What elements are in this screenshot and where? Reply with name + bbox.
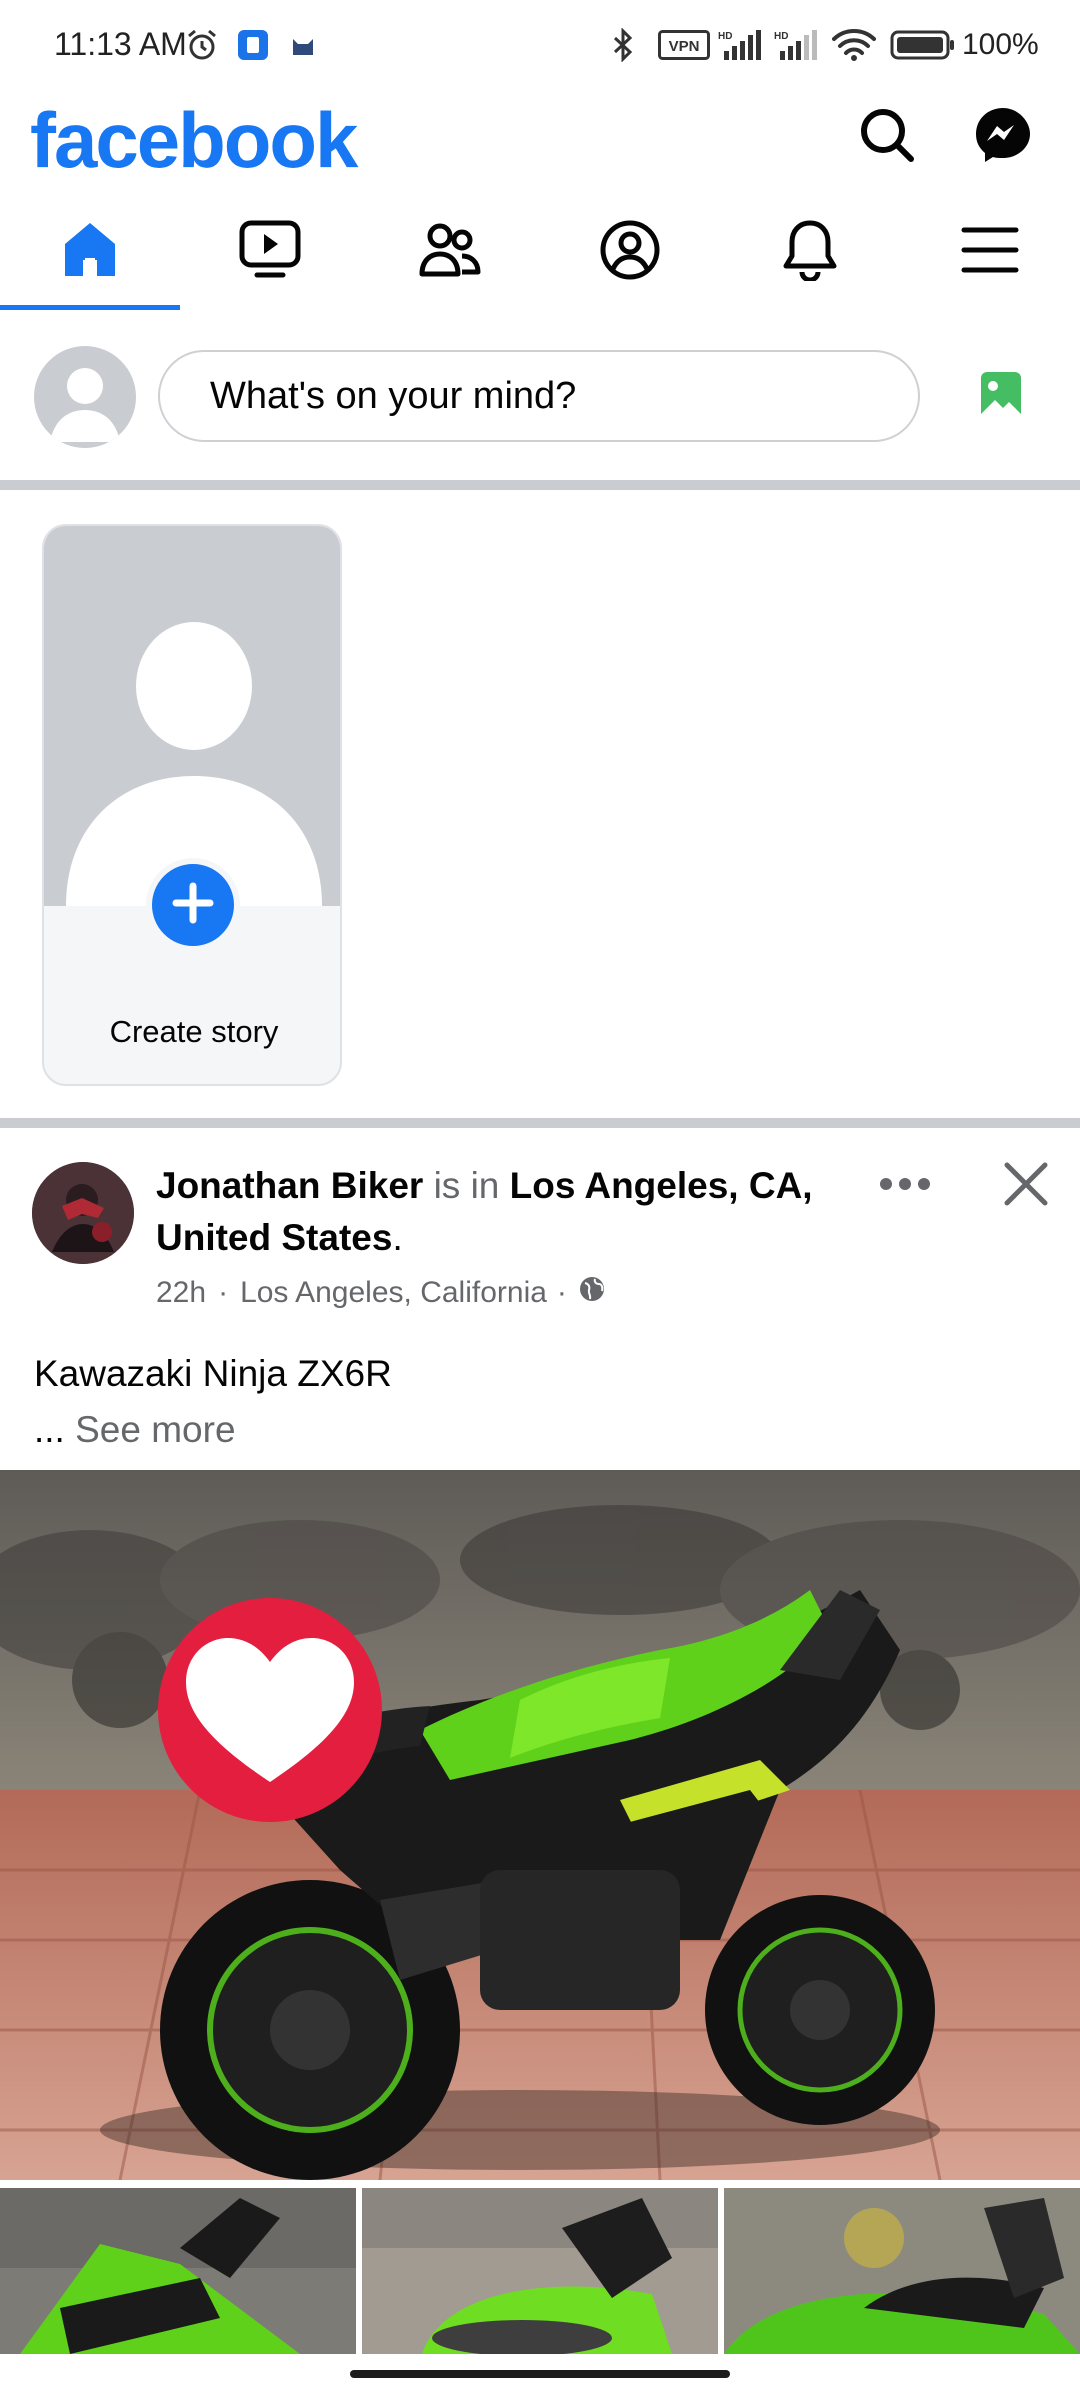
messenger-icon — [972, 104, 1034, 171]
search-button[interactable] — [840, 90, 934, 184]
globe-icon[interactable] — [577, 1274, 607, 1312]
signal-hd-icon: HD — [718, 28, 766, 62]
battery-icon — [890, 28, 956, 62]
tab-friends[interactable] — [360, 194, 540, 310]
svg-text:HD: HD — [774, 31, 788, 42]
story-profile-placeholder — [44, 526, 340, 906]
author-name[interactable]: Jonathan Biker — [156, 1165, 423, 1206]
hamburger-icon — [961, 226, 1019, 279]
post-location[interactable]: Los Angeles, California — [240, 1276, 547, 1310]
app-notification-icon — [236, 28, 270, 62]
cat-icon — [286, 28, 320, 62]
post-thumbnail[interactable] — [0, 2188, 356, 2354]
more-horizontal-icon — [879, 1177, 931, 1196]
meta-separator-2: · — [556, 1276, 567, 1309]
post-ellipsis: ... — [34, 1409, 65, 1450]
hide-post-button[interactable] — [972, 1134, 1080, 1238]
post-thumbnail[interactable] — [724, 2188, 1080, 2354]
status-time: 11:13 AM — [54, 26, 187, 62]
whats-on-your-mind-input[interactable]: What's on your mind? — [158, 350, 920, 442]
add-story-button[interactable] — [146, 858, 240, 952]
bell-icon — [781, 219, 839, 286]
video-icon — [239, 220, 301, 285]
wifi-icon — [832, 28, 876, 62]
section-divider — [0, 480, 1080, 490]
avatar[interactable] — [34, 346, 136, 448]
post-options-button[interactable] — [850, 1134, 960, 1238]
tab-home[interactable] — [0, 194, 180, 310]
post-composer: What's on your mind? — [0, 330, 1080, 460]
tab-video[interactable] — [180, 194, 360, 310]
vpn-icon: VPN — [658, 28, 710, 62]
create-story-card[interactable]: Create story — [42, 524, 342, 1086]
tab-menu[interactable] — [900, 194, 1080, 310]
plus-icon — [170, 880, 216, 931]
post-meta: 22h · Los Angeles, California · — [156, 1274, 607, 1312]
post-author-avatar[interactable] — [32, 1162, 134, 1264]
search-icon — [857, 105, 917, 170]
meta-separator: · — [218, 1276, 229, 1309]
home-icon — [61, 220, 119, 285]
main-nav-tabs — [0, 194, 1080, 310]
post-text: Kawazaki Ninja ZX6R ... See more — [34, 1346, 1044, 1458]
photo-button[interactable] — [955, 352, 1047, 444]
tab-notifications[interactable] — [720, 194, 900, 310]
post-thumbnail[interactable] — [362, 2188, 718, 2354]
profile-icon — [599, 219, 661, 286]
section-divider — [0, 1118, 1080, 1128]
post-photo[interactable] — [0, 1470, 1080, 2180]
post-time[interactable]: 22h — [156, 1276, 206, 1310]
post-verb: is in — [433, 1165, 500, 1206]
close-icon — [1003, 1161, 1049, 1212]
post-author-line: Jonathan Biker is in Los Angeles, CA, Un… — [156, 1160, 836, 1264]
bluetooth-icon — [608, 28, 638, 62]
facebook-logo[interactable]: facebook — [30, 92, 370, 188]
signal-hd-icon: HD — [774, 28, 822, 62]
messenger-button[interactable] — [956, 90, 1050, 184]
photo-icon — [979, 370, 1023, 427]
battery-level: 100% — [962, 28, 1039, 61]
home-indicator[interactable] — [350, 2370, 730, 2378]
alarm-icon — [184, 28, 220, 62]
svg-text:VPN: VPN — [669, 38, 700, 55]
post-caption: Kawazaki Ninja ZX6R — [34, 1353, 392, 1394]
composer-placeholder: What's on your mind? — [210, 374, 577, 417]
status-bar: 11:13 AM VPN HD HD 100% — [0, 0, 1080, 92]
svg-text:HD: HD — [718, 31, 732, 42]
create-story-label: Create story — [109, 1014, 279, 1049]
see-more-link[interactable]: See more — [75, 1409, 235, 1450]
friends-icon — [418, 222, 482, 283]
tab-profile[interactable] — [540, 194, 720, 310]
location-suffix: . — [392, 1217, 403, 1258]
